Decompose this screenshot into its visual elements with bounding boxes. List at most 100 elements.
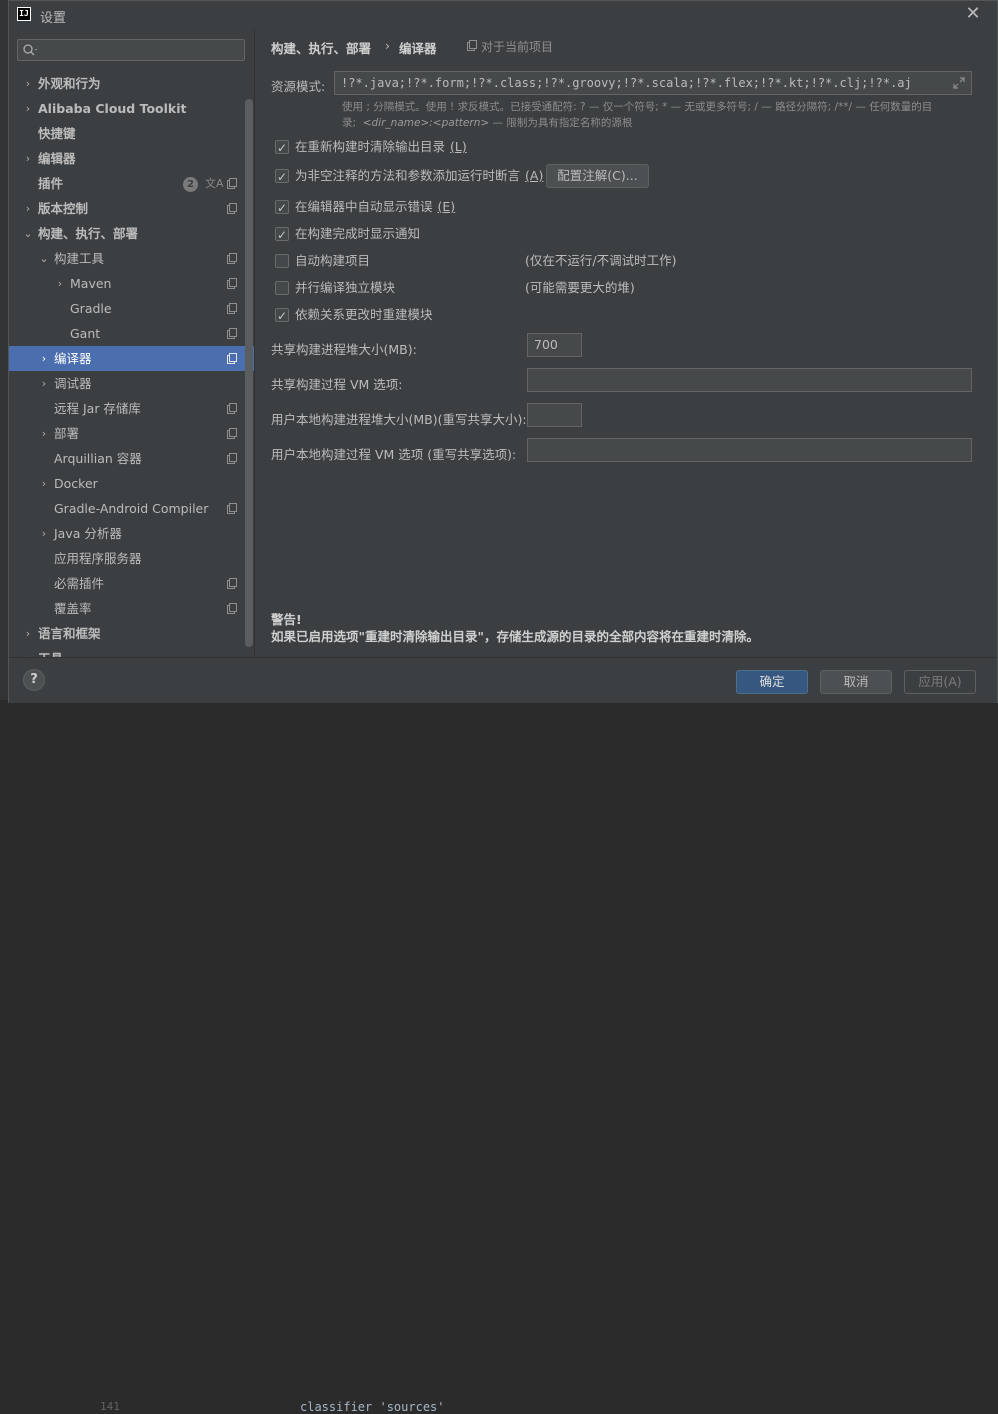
sidebar-item-label: Gant bbox=[70, 326, 101, 341]
chevron-down-icon[interactable]: ⌄ bbox=[23, 221, 33, 246]
chevron-right-icon[interactable]: › bbox=[23, 96, 33, 121]
option-checkbox[interactable]: ✓ bbox=[275, 140, 289, 155]
resource-patterns-value: !?*.java;!?*.form;!?*.class;!?*.groovy;!… bbox=[341, 76, 912, 90]
sidebar-item[interactable]: 应用程序服务器 bbox=[9, 546, 254, 571]
project-scope-icon bbox=[227, 403, 237, 414]
hint-line-2: 录; <dir_name>:<pattern> — 限制为具有指定名称的源根 bbox=[342, 115, 972, 131]
option-checkbox[interactable]: ✓ bbox=[275, 200, 289, 215]
sidebar-item[interactable]: ⌄ 构建、执行、部署 bbox=[9, 221, 254, 246]
ide-gutter bbox=[0, 0, 8, 711]
local-vm-options-label: 用户本地构建过程 VM 选项 (重写共享选项): bbox=[271, 447, 517, 462]
sidebar-item[interactable]: › Java 分析器 bbox=[9, 521, 254, 546]
option-checkbox[interactable] bbox=[275, 254, 289, 268]
close-icon[interactable]: ✕ bbox=[963, 4, 983, 24]
sidebar-item-label: Gradle bbox=[70, 301, 112, 316]
sidebar-item[interactable]: ⌄ 构建工具 bbox=[9, 246, 254, 271]
option-label[interactable]: 自动构建项目 bbox=[295, 251, 370, 271]
chevron-right-icon[interactable]: › bbox=[39, 521, 49, 546]
sidebar-item[interactable]: Gradle bbox=[9, 296, 254, 321]
settings-sidebar: › 外观和行为 › Alibaba Cloud Toolkit 快捷键 › 编辑器 插件 2 文A… bbox=[9, 29, 254, 657]
option-note: (可能需要更大的堆) bbox=[525, 280, 635, 295]
local-heap-input[interactable] bbox=[527, 403, 582, 427]
option-label[interactable]: 并行编译独立模块 bbox=[295, 278, 395, 298]
apply-button[interactable]: 应用(A) bbox=[904, 670, 976, 694]
sidebar-item[interactable]: › 部署 bbox=[9, 421, 254, 446]
shared-heap-input[interactable]: 700 bbox=[527, 333, 582, 357]
chevron-right-icon[interactable]: › bbox=[55, 271, 65, 296]
sidebar-item[interactable]: › 语言和框架 bbox=[9, 621, 254, 646]
code-line: classifier 'sources' bbox=[300, 1400, 445, 1414]
chevron-right-icon[interactable]: › bbox=[39, 346, 49, 371]
checkmark-icon: ✓ bbox=[277, 228, 288, 242]
expand-icon[interactable] bbox=[953, 77, 965, 89]
local-vm-options-input[interactable] bbox=[527, 438, 972, 462]
sidebar-item-label: 工具 bbox=[38, 646, 63, 657]
resource-patterns-field[interactable]: !?*.java;!?*.form;!?*.class;!?*.groovy;!… bbox=[334, 71, 972, 95]
sidebar-item[interactable]: 远程 Jar 存储库 bbox=[9, 396, 254, 421]
compiler-settings-panel: 构建、执行、部署 › 编译器 对于当前项目 资源模式: !?*.java;!?*… bbox=[254, 29, 997, 657]
sidebar-item[interactable]: 快捷键 bbox=[9, 121, 254, 146]
sidebar-item[interactable]: Gant bbox=[9, 321, 254, 346]
sidebar-item[interactable]: › 编辑器 bbox=[9, 146, 254, 171]
sidebar-item-label: 调试器 bbox=[54, 376, 92, 391]
option-label[interactable]: 在重新构建时清除输出目录 (L) bbox=[295, 137, 467, 157]
option-checkbox[interactable] bbox=[275, 281, 289, 295]
sidebar-item[interactable]: › Alibaba Cloud Toolkit bbox=[9, 96, 254, 121]
project-scope-icon bbox=[227, 453, 237, 464]
sidebar-item[interactable]: › 版本控制 bbox=[9, 196, 254, 221]
sidebar-item[interactable]: › Docker bbox=[9, 471, 254, 496]
sidebar-item[interactable]: › 编译器 bbox=[9, 346, 254, 371]
option-text: 在编辑器中自动显示错误 bbox=[295, 199, 433, 214]
project-scope-icon bbox=[227, 353, 237, 364]
option-label[interactable]: 在构建完成时显示通知 bbox=[295, 224, 420, 244]
project-scope-icon bbox=[227, 278, 237, 289]
sidebar-item[interactable]: Gradle-Android Compiler bbox=[9, 496, 254, 521]
option-label[interactable]: 在编辑器中自动显示错误 (E) bbox=[295, 197, 455, 217]
configure-annotations-button[interactable]: 配置注解(C)... bbox=[546, 164, 649, 188]
sidebar-item[interactable]: › 调试器 bbox=[9, 371, 254, 396]
update-count-badge: 2 bbox=[183, 177, 198, 192]
option-label[interactable]: 依赖关系更改时重建模块 bbox=[295, 305, 433, 325]
option-checkbox[interactable]: ✓ bbox=[275, 308, 289, 323]
checkmark-icon: ✓ bbox=[277, 201, 288, 215]
search-input[interactable] bbox=[17, 39, 245, 61]
cancel-button[interactable]: 取消 bbox=[820, 670, 892, 694]
project-scope-icon bbox=[467, 40, 477, 51]
sidebar-item[interactable]: › 工具 bbox=[9, 646, 254, 657]
search-icon bbox=[23, 44, 37, 56]
chevron-right-icon[interactable]: › bbox=[23, 646, 33, 657]
help-button[interactable]: ? bbox=[23, 669, 45, 691]
shared-heap-label: 共享构建进程堆大小(MB): bbox=[271, 342, 417, 357]
sidebar-item[interactable]: 必需插件 bbox=[9, 571, 254, 596]
project-scope-icon bbox=[227, 503, 237, 514]
sidebar-scrollbar[interactable] bbox=[245, 99, 253, 647]
chevron-right-icon[interactable]: › bbox=[23, 196, 33, 221]
warning-body: 如果已启用选项"重建时清除输出目录"，存储生成源的目录的全部内容将在重建时清除。 bbox=[271, 629, 760, 644]
checkmark-icon: ✓ bbox=[277, 141, 288, 155]
sidebar-item[interactable]: › 外观和行为 bbox=[9, 71, 254, 96]
option-label[interactable]: 为非空注释的方法和参数添加运行时断言 (A) bbox=[295, 166, 543, 186]
chevron-right-icon[interactable]: › bbox=[39, 371, 49, 396]
chevron-right-icon[interactable]: › bbox=[39, 471, 49, 496]
chevron-down-icon[interactable]: ⌄ bbox=[39, 246, 49, 271]
chevron-right-icon[interactable]: › bbox=[23, 146, 33, 171]
sidebar-item[interactable]: Arquillian 容器 bbox=[9, 446, 254, 471]
option-text: 并行编译独立模块 bbox=[295, 280, 396, 295]
sidebar-item[interactable]: 覆盖率 bbox=[9, 596, 254, 621]
sidebar-item-label: 编译器 bbox=[54, 351, 92, 366]
ok-button[interactable]: 确定 bbox=[736, 670, 808, 694]
chevron-right-icon[interactable]: › bbox=[23, 621, 33, 646]
sidebar-item[interactable]: 插件 2 文A bbox=[9, 171, 254, 196]
chevron-right-icon[interactable]: › bbox=[23, 71, 33, 96]
dialog-footer: ? 确定 取消 应用(A) bbox=[9, 657, 997, 703]
hint-template: <dir_name>:<pattern> bbox=[362, 117, 490, 129]
shared-vm-options-input[interactable] bbox=[527, 368, 972, 392]
chevron-right-icon[interactable]: › bbox=[39, 421, 49, 446]
checkmark-icon: ✓ bbox=[277, 309, 288, 323]
sidebar-item[interactable]: › Maven bbox=[9, 271, 254, 296]
option-checkbox[interactable]: ✓ bbox=[275, 227, 289, 242]
sidebar-item-label: Alibaba Cloud Toolkit bbox=[38, 101, 187, 116]
option-checkbox[interactable]: ✓ bbox=[275, 169, 289, 184]
breadcrumb-parent[interactable]: 构建、执行、部署 bbox=[271, 38, 371, 57]
project-scope-icon bbox=[227, 303, 237, 314]
